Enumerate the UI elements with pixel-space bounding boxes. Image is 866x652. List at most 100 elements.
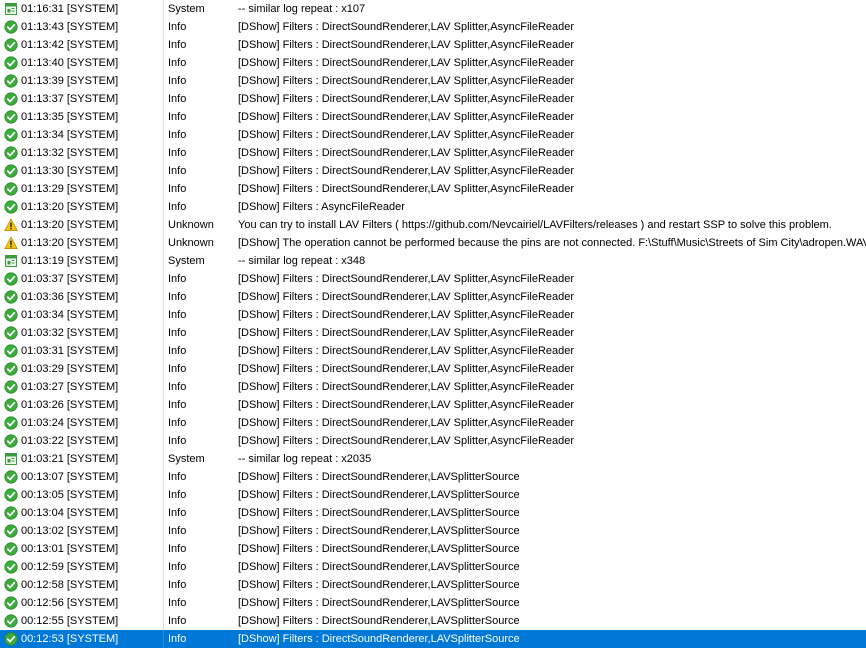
log-message: [DShow] Filters : AsyncFileReader (238, 201, 405, 213)
log-time: 01:03:32 [SYSTEM] (21, 327, 119, 339)
check-circle-icon (4, 90, 18, 108)
log-level: Info (168, 309, 187, 321)
log-row[interactable]: 01:13:30 [SYSTEM] Info [DShow] Filters :… (0, 162, 866, 180)
column-divider (163, 216, 164, 234)
log-time: 00:13:02 [SYSTEM] (21, 525, 119, 537)
log-list[interactable]: 01:16:31 [SYSTEM] System -- similar log … (0, 0, 866, 652)
log-row[interactable]: 01:13:19 [SYSTEM] System -- similar log … (0, 252, 866, 270)
log-row[interactable]: 01:13:32 [SYSTEM] Info [DShow] Filters :… (0, 144, 866, 162)
check-circle-icon (4, 432, 18, 450)
log-level: Info (168, 633, 187, 645)
log-time: 01:13:43 [SYSTEM] (21, 21, 119, 33)
log-time: 01:13:34 [SYSTEM] (21, 129, 119, 141)
log-time: 01:03:31 [SYSTEM] (21, 345, 119, 357)
log-message: [DShow] Filters : DirectSoundRenderer,LA… (238, 417, 575, 429)
log-row[interactable]: 01:03:27 [SYSTEM] Info [DShow] Filters :… (0, 378, 866, 396)
check-circle-icon (4, 126, 18, 144)
column-divider (163, 162, 164, 180)
log-row[interactable]: 01:13:40 [SYSTEM] Info [DShow] Filters :… (0, 54, 866, 72)
warning-triangle-icon (4, 234, 18, 252)
log-level: Info (168, 147, 187, 159)
log-message: [DShow] Filters : DirectSoundRenderer,LA… (238, 435, 575, 447)
log-row[interactable]: 00:13:02 [SYSTEM] Info [DShow] Filters :… (0, 522, 866, 540)
check-circle-icon (4, 540, 18, 558)
log-message: [DShow] Filters : DirectSoundRenderer,LA… (238, 597, 520, 609)
log-message: [DShow] Filters : DirectSoundRenderer,LA… (238, 165, 575, 177)
column-divider (163, 558, 164, 576)
log-row[interactable]: 01:03:22 [SYSTEM] Info [DShow] Filters :… (0, 432, 866, 450)
log-message: [DShow] Filters : DirectSoundRenderer,LA… (238, 489, 520, 501)
log-row[interactable]: 00:13:05 [SYSTEM] Info [DShow] Filters :… (0, 486, 866, 504)
log-time: 01:13:29 [SYSTEM] (21, 183, 119, 195)
column-divider (163, 18, 164, 36)
log-message: [DShow] Filters : DirectSoundRenderer,LA… (238, 633, 520, 645)
log-row[interactable]: 01:03:37 [SYSTEM] Info [DShow] Filters :… (0, 270, 866, 288)
check-circle-icon (4, 504, 18, 522)
column-divider (163, 72, 164, 90)
column-divider (163, 504, 164, 522)
log-time: 01:03:37 [SYSTEM] (21, 273, 119, 285)
log-row[interactable]: 01:13:42 [SYSTEM] Info [DShow] Filters :… (0, 36, 866, 54)
log-level: Info (168, 381, 187, 393)
log-level: Info (168, 21, 187, 33)
log-row[interactable]: 01:16:31 [SYSTEM] System -- similar log … (0, 0, 866, 18)
log-row[interactable]: 01:03:31 [SYSTEM] Info [DShow] Filters :… (0, 342, 866, 360)
column-divider (163, 594, 164, 612)
log-row[interactable]: 00:12:55 [SYSTEM] Info [DShow] Filters :… (0, 612, 866, 630)
log-level: Info (168, 363, 187, 375)
column-divider (163, 612, 164, 630)
log-row[interactable]: 00:13:04 [SYSTEM] Info [DShow] Filters :… (0, 504, 866, 522)
log-message: [DShow] Filters : DirectSoundRenderer,LA… (238, 579, 520, 591)
log-message: [DShow] Filters : DirectSoundRenderer,LA… (238, 291, 575, 303)
log-message: [DShow] Filters : DirectSoundRenderer,LA… (238, 21, 575, 33)
log-row[interactable]: 00:12:56 [SYSTEM] Info [DShow] Filters :… (0, 594, 866, 612)
log-time: 00:12:56 [SYSTEM] (21, 597, 119, 609)
check-circle-icon (4, 342, 18, 360)
log-message: [DShow] The operation cannot be performe… (238, 237, 866, 249)
log-row[interactable]: 00:12:58 [SYSTEM] Info [DShow] Filters :… (0, 576, 866, 594)
column-divider (163, 468, 164, 486)
log-row[interactable]: 01:03:21 [SYSTEM] System -- similar log … (0, 450, 866, 468)
log-message: [DShow] Filters : DirectSoundRenderer,LA… (238, 57, 575, 69)
column-divider (163, 378, 164, 396)
log-row[interactable]: 01:13:29 [SYSTEM] Info [DShow] Filters :… (0, 180, 866, 198)
log-time: 01:03:34 [SYSTEM] (21, 309, 119, 321)
log-row[interactable]: 00:13:01 [SYSTEM] Info [DShow] Filters :… (0, 540, 866, 558)
check-circle-icon (4, 396, 18, 414)
log-row[interactable]: 01:13:35 [SYSTEM] Info [DShow] Filters :… (0, 108, 866, 126)
log-row[interactable]: 00:12:53 [SYSTEM] Info [DShow] Filters :… (0, 630, 866, 648)
log-row[interactable]: 01:13:20 [SYSTEM] Unknown [DShow] The op… (0, 234, 866, 252)
log-row[interactable]: 00:13:07 [SYSTEM] Info [DShow] Filters :… (0, 468, 866, 486)
log-row[interactable]: 01:03:29 [SYSTEM] Info [DShow] Filters :… (0, 360, 866, 378)
log-message: [DShow] Filters : DirectSoundRenderer,LA… (238, 363, 575, 375)
log-row[interactable]: 01:03:24 [SYSTEM] Info [DShow] Filters :… (0, 414, 866, 432)
log-message: [DShow] Filters : DirectSoundRenderer,LA… (238, 471, 520, 483)
log-level: Unknown (168, 219, 214, 231)
log-level: Info (168, 273, 187, 285)
log-row[interactable]: 00:12:59 [SYSTEM] Info [DShow] Filters :… (0, 558, 866, 576)
column-divider (163, 252, 164, 270)
column-divider (163, 576, 164, 594)
system-window-icon (4, 450, 18, 468)
log-message: [DShow] Filters : DirectSoundRenderer,LA… (238, 93, 575, 105)
log-time: 01:03:22 [SYSTEM] (21, 435, 119, 447)
check-circle-icon (4, 324, 18, 342)
log-row[interactable]: 01:03:32 [SYSTEM] Info [DShow] Filters :… (0, 324, 866, 342)
log-level: Info (168, 597, 187, 609)
column-divider (163, 342, 164, 360)
log-level: Info (168, 615, 187, 627)
check-circle-icon (4, 162, 18, 180)
log-row[interactable]: 01:13:39 [SYSTEM] Info [DShow] Filters :… (0, 72, 866, 90)
log-time: 01:16:31 [SYSTEM] (21, 3, 119, 15)
log-row[interactable]: 01:03:36 [SYSTEM] Info [DShow] Filters :… (0, 288, 866, 306)
log-level: Info (168, 543, 187, 555)
log-row[interactable]: 01:13:20 [SYSTEM] Unknown You can try to… (0, 216, 866, 234)
log-row[interactable]: 01:03:34 [SYSTEM] Info [DShow] Filters :… (0, 306, 866, 324)
log-row[interactable]: 01:13:43 [SYSTEM] Info [DShow] Filters :… (0, 18, 866, 36)
log-row[interactable]: 01:03:26 [SYSTEM] Info [DShow] Filters :… (0, 396, 866, 414)
check-circle-icon (4, 522, 18, 540)
log-row[interactable]: 01:13:37 [SYSTEM] Info [DShow] Filters :… (0, 90, 866, 108)
log-row[interactable]: 01:13:20 [SYSTEM] Info [DShow] Filters :… (0, 198, 866, 216)
log-time: 00:12:53 [SYSTEM] (21, 633, 119, 645)
log-row[interactable]: 01:13:34 [SYSTEM] Info [DShow] Filters :… (0, 126, 866, 144)
